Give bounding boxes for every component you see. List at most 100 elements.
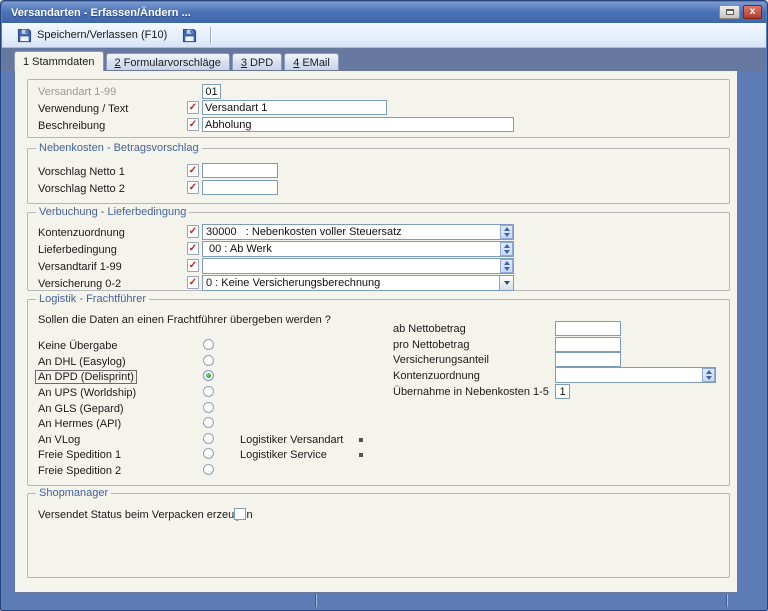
radio-dpd[interactable]	[203, 370, 214, 381]
frachtfuehrer-question: Sollen die Daten an einen Frachtführer ü…	[38, 314, 331, 326]
chevron-down-icon[interactable]	[499, 276, 513, 290]
group-stammdaten: Versandart 1-99 Verwendung / Text ✓ Besc…	[27, 79, 730, 138]
versicherungsanteil-input[interactable]	[555, 352, 621, 367]
radio-label-keine-uebergabe: Keine Übergabe	[38, 340, 118, 352]
spinner-icon[interactable]	[500, 225, 513, 239]
pro-nettobetrag-input[interactable]	[555, 337, 621, 352]
radio-label-spedition2: Freie Spedition 2	[38, 465, 121, 477]
ab-nettobetrag-input[interactable]	[555, 321, 621, 336]
verwendung-label: Verwendung / Text	[38, 103, 128, 115]
floppy-disk-icon	[17, 28, 32, 43]
dialog-window: Versandarten - Erfassen/Ändern ... x Spe…	[0, 0, 768, 611]
versendet-status-checkbox[interactable]	[234, 508, 246, 520]
group-caption: Nebenkosten - Betragsvorschlag	[36, 142, 202, 154]
kontenzuordnung-label: Kontenzuordnung	[38, 227, 125, 239]
close-button[interactable]: x	[743, 5, 762, 19]
tab-strip: 1 Stammdaten 2 Formularvorschläge 3 DPD …	[2, 48, 766, 71]
titlebar[interactable]: Versandarten - Erfassen/Ändern ... x	[2, 2, 766, 23]
radio-spedition1[interactable]	[203, 448, 214, 459]
ab-nettobetrag-label: ab Nettobetrag	[393, 323, 466, 335]
red-check-icon[interactable]: ✓	[187, 181, 199, 194]
versicherung-label: Versicherung 0-2	[38, 278, 121, 290]
radio-label-dpd: An DPD (Delisprint)	[35, 370, 137, 384]
versicherungsanteil-label: Versicherungsanteil	[393, 354, 489, 366]
tab-page-stammdaten: Versandart 1-99 Verwendung / Text ✓ Besc…	[14, 70, 738, 593]
tab-label: EMail	[302, 57, 330, 69]
uebernahme-input[interactable]	[555, 384, 570, 399]
tab-accel: 4	[293, 57, 299, 69]
radio-gls[interactable]	[203, 402, 214, 413]
netto1-input[interactable]	[202, 163, 278, 178]
red-check-icon[interactable]: ✓	[187, 164, 199, 177]
radio-label-hermes: An Hermes (API)	[38, 418, 121, 430]
netto2-input[interactable]	[202, 180, 278, 195]
pro-nettobetrag-label: pro Nettobetrag	[393, 339, 469, 351]
logistiker-versandart-label: Logistiker Versandart	[240, 434, 343, 446]
combo-value: 30000 : Nebenkosten voller Steuersatz	[203, 225, 500, 239]
titlebar-buttons: x	[719, 5, 762, 19]
logistiker-service-label: Logistiker Service	[240, 449, 327, 461]
radio-ups[interactable]	[203, 386, 214, 397]
radio-label-ups: An UPS (Worldship)	[38, 387, 136, 399]
netto2-label: Vorschlag Netto 2	[38, 183, 125, 195]
restore-icon	[726, 9, 734, 15]
radio-spedition2[interactable]	[203, 464, 214, 475]
tab-accel: 3	[241, 57, 247, 69]
versicherung-dropdown[interactable]: 0 : Keine Versicherungsberechnung	[202, 275, 514, 291]
combo-value	[556, 368, 702, 382]
save-button[interactable]	[178, 26, 201, 45]
floppy-disk-icon	[182, 28, 197, 43]
red-check-icon[interactable]: ✓	[187, 118, 199, 131]
group-caption: Logistik - Frachtführer	[36, 293, 149, 305]
red-check-icon[interactable]: ✓	[187, 259, 199, 272]
logistik-kontenzuordnung-combo[interactable]	[555, 367, 716, 383]
tab-stammdaten[interactable]: 1 Stammdaten	[14, 51, 104, 71]
tab-label: Stammdaten	[32, 56, 94, 68]
verwendung-input[interactable]	[202, 100, 387, 115]
tab-label: Formularvorschläge	[124, 57, 221, 69]
square-marker-icon[interactable]	[359, 453, 363, 457]
radio-vlog[interactable]	[203, 433, 214, 444]
save-exit-button[interactable]: Speichern/Verlassen (F10)	[12, 26, 172, 45]
group-verbuchung: Verbuchung - Lieferbedingung Kontenzuord…	[27, 212, 730, 291]
beschreibung-label: Beschreibung	[38, 120, 105, 132]
spinner-icon[interactable]	[702, 368, 715, 382]
group-caption: Verbuchung - Lieferbedingung	[36, 206, 189, 218]
tab-dpd[interactable]: 3 DPD	[232, 53, 282, 71]
group-shopmanager: Shopmanager Versendet Status beim Verpac…	[27, 493, 730, 578]
radio-label-spedition1: Freie Spedition 1	[38, 449, 121, 461]
spinner-icon[interactable]	[500, 242, 513, 256]
combo-value: 0 : Keine Versicherungsberechnung	[203, 276, 499, 290]
tab-formularvorschlaege[interactable]: 2 Formularvorschläge	[106, 53, 230, 71]
toolbar: Speichern/Verlassen (F10)	[2, 23, 766, 48]
tab-email[interactable]: 4 EMail	[284, 53, 339, 71]
versandart-input[interactable]	[202, 84, 221, 99]
logistik-kontenzuordnung-label: Kontenzuordnung	[393, 370, 480, 382]
red-check-icon[interactable]: ✓	[187, 225, 199, 238]
red-check-icon[interactable]: ✓	[187, 101, 199, 114]
group-logistik: Logistik - Frachtführer Sollen die Daten…	[27, 299, 730, 486]
radio-label-gls: An GLS (Gepard)	[38, 403, 124, 415]
lieferbedingung-combo[interactable]: 00 : Ab Werk	[202, 241, 514, 257]
radio-dhl[interactable]	[203, 355, 214, 366]
tab-label: DPD	[250, 57, 273, 69]
radio-hermes[interactable]	[203, 417, 214, 428]
red-check-icon[interactable]: ✓	[187, 242, 199, 255]
statusbar-divider	[726, 594, 727, 607]
versendet-status-label: Versendet Status beim Verpacken erzeugen	[38, 509, 253, 521]
combo-value	[203, 259, 500, 273]
tab-accel: 1	[23, 56, 29, 68]
radio-keine-uebergabe[interactable]	[203, 339, 214, 350]
spinner-icon[interactable]	[500, 259, 513, 273]
lieferbedingung-label: Lieferbedingung	[38, 244, 117, 256]
square-marker-icon[interactable]	[359, 438, 363, 442]
kontenzuordnung-combo[interactable]: 30000 : Nebenkosten voller Steuersatz	[202, 224, 514, 240]
combo-value: 00 : Ab Werk	[203, 242, 500, 256]
versandtarif-combo[interactable]	[202, 258, 514, 274]
window-title: Versandarten - Erfassen/Ändern ...	[2, 7, 191, 19]
versandtarif-label: Versandtarif 1-99	[38, 261, 122, 273]
beschreibung-input[interactable]	[202, 117, 514, 132]
radio-label-dhl: An DHL (Easylog)	[38, 356, 126, 368]
red-check-icon[interactable]: ✓	[187, 276, 199, 289]
restore-button[interactable]	[719, 5, 740, 19]
